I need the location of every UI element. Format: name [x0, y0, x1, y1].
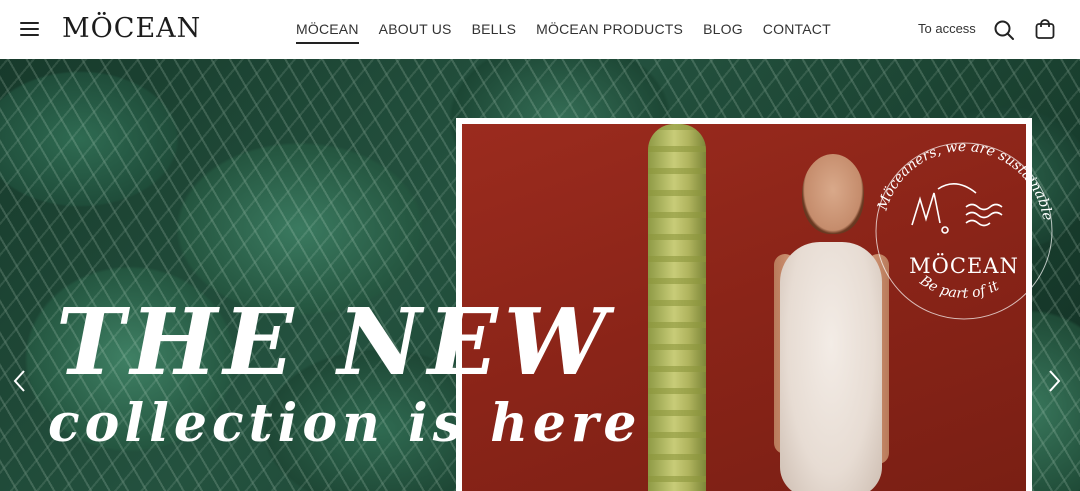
nav-item-mocean[interactable]: MÖCEAN [296, 0, 359, 59]
wave-logo-icon [911, 183, 1003, 234]
nav-item-contact[interactable]: CONTACT [763, 0, 831, 59]
brand-badge: Möceaners, we are sustainable MÖCEAN Be … [875, 139, 1056, 320]
access-link[interactable]: To access [918, 21, 976, 36]
hero-subline: collection is here [48, 393, 642, 454]
nav-item-bells[interactable]: BELLS [472, 0, 517, 59]
main-nav: MÖCEAN ABOUT US BELLS MÖCEAN PRODUCTS BL… [296, 0, 851, 59]
nav-item-blog[interactable]: BLOG [703, 0, 743, 59]
model-head [802, 154, 864, 234]
cactus-image [648, 124, 706, 491]
site-header: MÖCEAN MÖCEAN ABOUT US BELLS MÖCEAN PROD… [0, 0, 1080, 59]
chevron-left-icon[interactable] [12, 368, 28, 394]
nav-item-mocean-products[interactable]: MÖCEAN PRODUCTS [536, 0, 683, 59]
chevron-right-icon[interactable] [1046, 368, 1062, 394]
menu-icon[interactable] [20, 21, 40, 37]
nav-item-about-us[interactable]: ABOUT US [379, 0, 452, 59]
logo[interactable]: MÖCEAN [62, 13, 201, 44]
badge-top-text: Möceaners, we are sustainable [875, 139, 1056, 222]
svg-text:Möceaners, we are sustainable: Möceaners, we are sustainable [875, 139, 1056, 222]
cart-icon[interactable] [1034, 18, 1056, 40]
search-icon[interactable] [993, 19, 1015, 41]
hero-headline: THE NEW [56, 288, 614, 396]
